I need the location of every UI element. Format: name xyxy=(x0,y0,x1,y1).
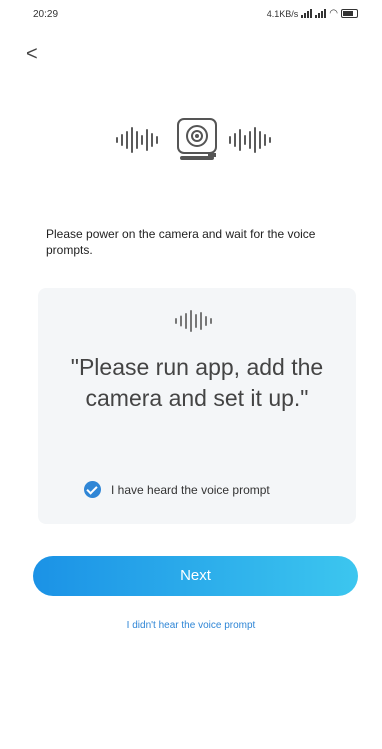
sound-wave-bar xyxy=(180,315,182,327)
sound-wave-bar xyxy=(141,135,143,145)
sound-wave-bar xyxy=(175,318,177,324)
sound-wave-bar xyxy=(195,314,197,328)
sound-wave-bar xyxy=(254,127,256,153)
sound-wave-bar xyxy=(259,131,261,149)
sound-wave-bar xyxy=(249,131,251,149)
voice-prompt-quote: "Please run app, add the camera and set … xyxy=(70,354,324,411)
status-indicators: 4.1KB/s ◠ xyxy=(267,8,358,19)
sound-wave-bar xyxy=(269,137,271,143)
sound-wave-bar xyxy=(131,127,133,153)
heard-prompt-label[interactable]: I have heard the voice prompt xyxy=(111,483,270,497)
sound-wave-bar xyxy=(126,131,128,149)
sound-wave-bar xyxy=(121,134,123,146)
back-chevron-icon: < xyxy=(26,43,38,65)
sound-wave-bar xyxy=(136,131,138,149)
sound-wave-bar xyxy=(239,129,241,151)
sound-wave-bar xyxy=(116,137,118,143)
sound-wave-bar xyxy=(234,133,236,147)
sound-wave-bar xyxy=(264,134,266,146)
sound-wave-bar xyxy=(244,135,246,145)
instruction-text: Please power on the camera and wait for … xyxy=(46,227,316,257)
sound-wave-bar xyxy=(185,313,187,329)
status-time: 20:29 xyxy=(33,9,59,20)
checkbox-checked-icon[interactable] xyxy=(84,481,101,498)
sound-wave-bar xyxy=(210,318,212,324)
camera-icon xyxy=(177,118,217,160)
sound-wave-bar xyxy=(151,133,153,147)
next-button[interactable]: Next xyxy=(33,556,358,596)
network-speed: 4.1KB/s xyxy=(266,8,299,19)
voice-prompt-card: "Please run app, add the camera and set … xyxy=(38,288,356,524)
back-button[interactable]: < xyxy=(26,44,50,68)
sound-wave-icon xyxy=(116,126,164,154)
sound-wave-bar xyxy=(200,312,202,330)
wifi-icon: ◠ xyxy=(329,8,338,19)
signal-icon xyxy=(315,9,327,18)
sound-wave-bar xyxy=(156,136,158,144)
battery-icon xyxy=(341,9,358,18)
sound-wave-bar xyxy=(146,129,148,151)
hero-illustration xyxy=(0,110,382,170)
sound-wave-bar xyxy=(190,310,192,332)
status-bar: 20:29 4.1KB/s ◠ xyxy=(0,0,382,30)
heard-prompt-checkbox-row[interactable]: I have heard the voice prompt xyxy=(84,481,270,498)
sound-wave-bar xyxy=(229,136,231,144)
sound-wave-icon xyxy=(229,126,279,154)
sound-wave-icon xyxy=(175,310,219,332)
sound-wave-bar xyxy=(205,316,207,326)
signal-icon xyxy=(301,9,313,18)
no-voice-prompt-link[interactable]: I didn't hear the voice prompt xyxy=(0,620,382,631)
